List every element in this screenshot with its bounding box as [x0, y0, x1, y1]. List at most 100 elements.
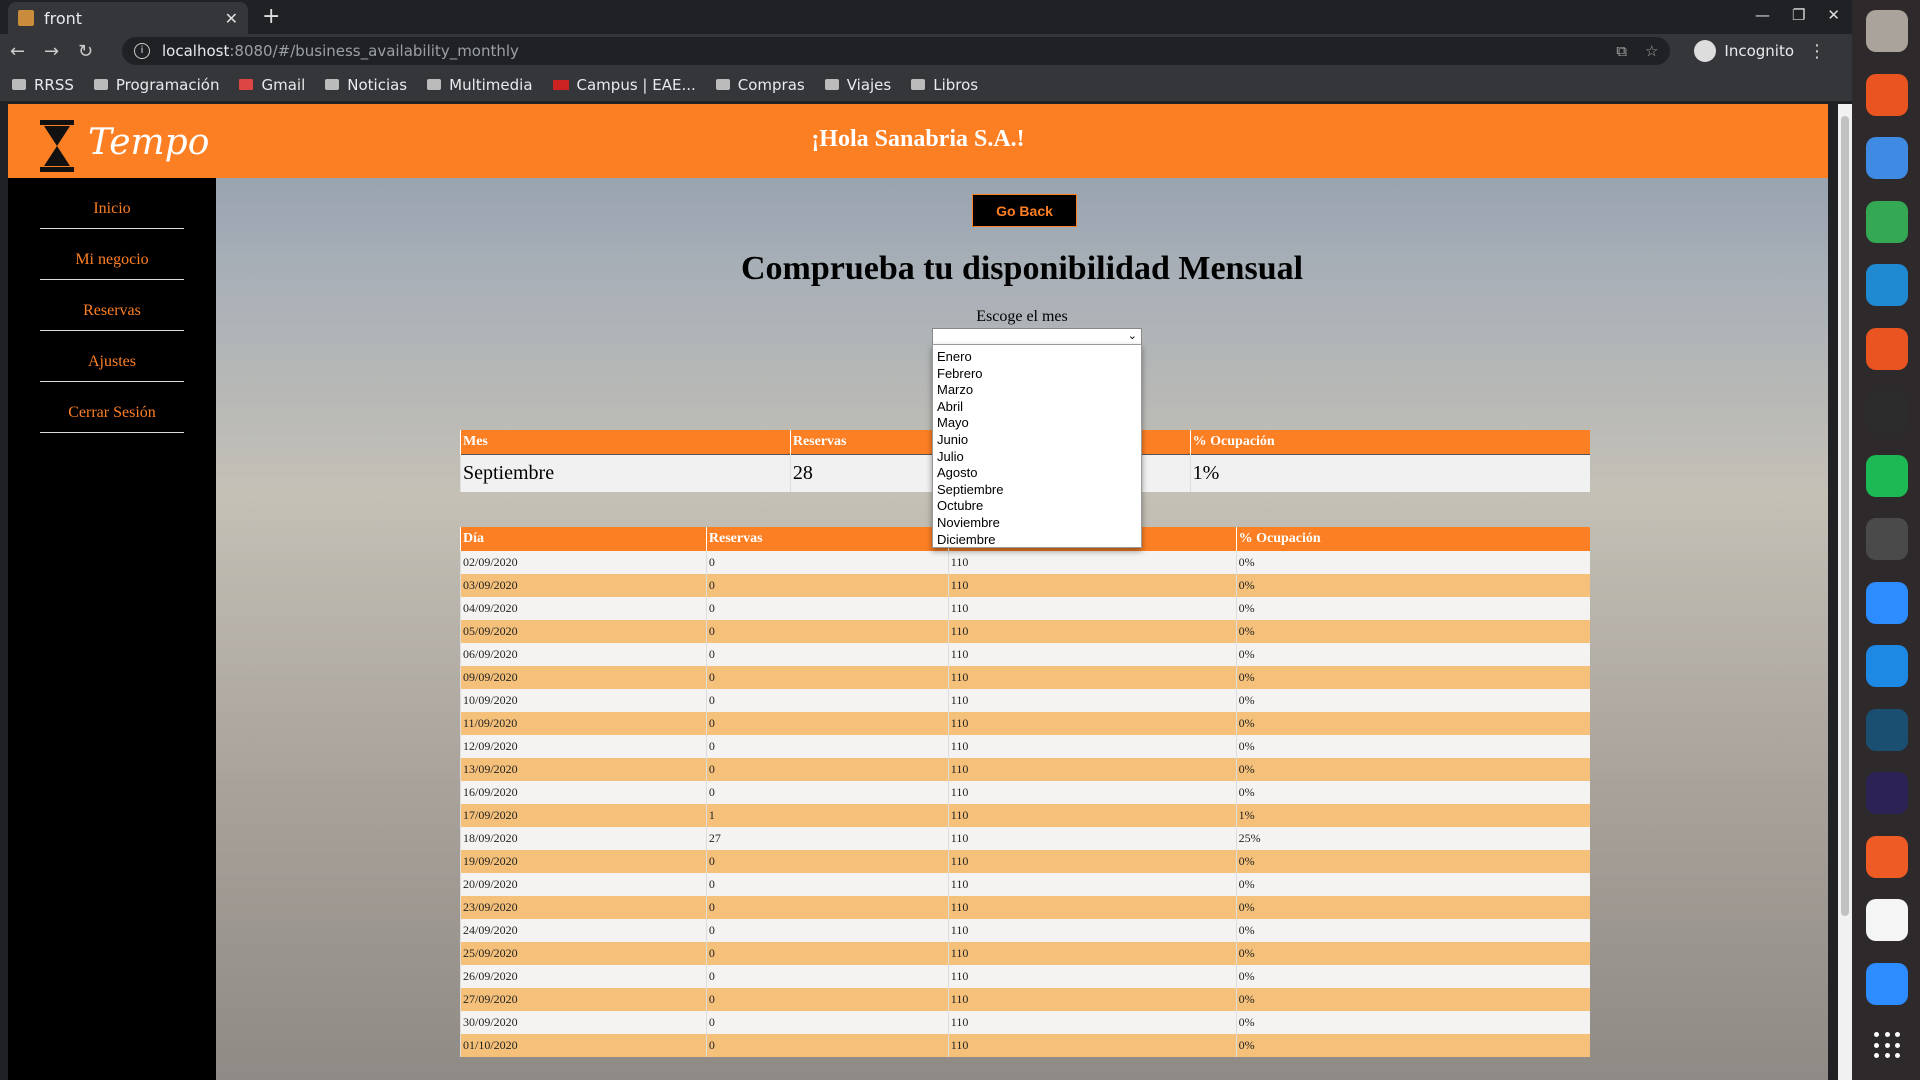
new-tab-icon[interactable]: + [262, 4, 280, 29]
sidebar-item-mi-negocio[interactable]: Mi negocio [40, 229, 184, 280]
back-icon[interactable]: ← [10, 41, 44, 62]
bookmark-label: Viajes [846, 75, 892, 94]
help-icon[interactable] [1866, 137, 1908, 179]
folder-icon [715, 79, 730, 90]
browser-tab[interactable]: front ✕ [8, 2, 248, 34]
month-option[interactable]: Septiembre [933, 482, 1141, 499]
month-option[interactable]: Marzo [933, 382, 1141, 399]
table-cell: 0% [1235, 988, 1590, 1011]
folder-icon [911, 79, 926, 90]
translate-icon[interactable]: ⧉ [1616, 42, 1627, 60]
scrollbar-thumb[interactable] [1841, 116, 1849, 916]
bookmark-campus[interactable]: Campus | EAE... [552, 76, 696, 94]
zoom-meeting-icon[interactable] [1866, 962, 1908, 1005]
table-cell: 0% [1235, 781, 1590, 804]
table-cell: 0% [1235, 574, 1590, 597]
bookmark-programacion[interactable]: Programación [93, 76, 219, 94]
incognito-indicator[interactable]: Incognito [1694, 40, 1794, 62]
zoom-icon[interactable] [1866, 581, 1908, 624]
table-row: 19/09/2020 0 110 0% [460, 850, 1590, 873]
month-option[interactable]: Febrero [933, 366, 1141, 383]
column-header: % Ocupación [1189, 430, 1590, 454]
sidebar-item-inicio[interactable]: Inicio [40, 178, 184, 229]
reload-icon[interactable]: ↻ [78, 41, 112, 62]
month-option[interactable]: Noviembre [933, 515, 1141, 532]
bookmark-noticias[interactable]: Noticias [325, 76, 407, 94]
table-cell: 26/09/2020 [460, 965, 707, 988]
bookmark-rrss[interactable]: RRSS [12, 76, 74, 94]
terminal-icon[interactable] [1866, 391, 1908, 433]
bookmark-libros[interactable]: Libros [911, 76, 978, 94]
eae-icon [552, 79, 569, 90]
table-row: 16/09/2020 0 110 0% [460, 781, 1590, 804]
chrome-icon[interactable] [1866, 200, 1908, 243]
table-cell: 0 [705, 551, 949, 574]
site-info-icon[interactable]: i [134, 43, 150, 59]
browser-toolbar: ← → ↻ i localhost:8080/#/business_availa… [0, 34, 1852, 68]
table-cell: 19/09/2020 [460, 850, 707, 873]
table-row: 04/09/2020 0 110 0% [460, 597, 1590, 620]
table-cell: 0 [705, 574, 949, 597]
mysql-workbench-icon[interactable] [1866, 708, 1908, 751]
bookmark-multimedia[interactable]: Multimedia [427, 75, 533, 94]
postman-icon[interactable] [1866, 835, 1908, 878]
table-cell: 24/09/2020 [460, 919, 707, 942]
notes-icon[interactable] [1866, 899, 1908, 941]
bookmark-viajes[interactable]: Viajes [824, 75, 892, 94]
tab-strip: front ✕ + — ❐ ✕ [0, 0, 1852, 34]
bookmark-compras[interactable]: Compras [715, 76, 805, 94]
table-row: 05/09/2020 0 110 0% [460, 620, 1590, 643]
month-option[interactable]: Mayo [933, 415, 1141, 432]
table-cell: 110 [947, 988, 1237, 1011]
month-option[interactable]: Enero [933, 349, 1141, 366]
month-option[interactable]: Octubre [933, 498, 1141, 515]
sidebar-item-cerrar-sesion[interactable]: Cerrar Sesión [40, 382, 184, 433]
software-center-icon[interactable] [1866, 73, 1908, 116]
vscode-icon[interactable] [1866, 264, 1908, 306]
month-option[interactable]: Junio [933, 432, 1141, 449]
sidebar: Inicio Mi negocio Reservas Ajustes Cerra… [8, 178, 216, 1080]
go-back-button[interactable]: Go Back [972, 194, 1077, 227]
month-option[interactable]: Julio [933, 449, 1141, 466]
column-header: Día [460, 527, 707, 551]
bookmarks-bar: RRSS Programación Gmail Noticias Multime… [0, 68, 1852, 102]
bookmark-label: RRSS [34, 75, 74, 94]
calculator-icon[interactable] [1866, 518, 1908, 560]
month-option[interactable]: Diciembre [933, 532, 1141, 549]
folder-icon [325, 79, 340, 90]
restore-icon[interactable]: ❐ [1792, 6, 1805, 24]
page-scrollbar[interactable] [1838, 104, 1852, 1080]
eclipse-icon[interactable] [1866, 772, 1908, 814]
table-cell: 110 [947, 712, 1237, 735]
table-cell: 1 [705, 804, 949, 827]
table-cell: 110 [947, 781, 1237, 804]
bookmark-gmail[interactable]: Gmail [239, 76, 305, 94]
table-cell: 110 [947, 689, 1237, 712]
bookmark-star-icon[interactable]: ☆ [1645, 42, 1658, 60]
table-cell: 0% [1235, 1011, 1590, 1034]
folder-icon [93, 79, 108, 90]
sidebar-item-reservas[interactable]: Reservas [40, 280, 184, 331]
month-option[interactable]: Agosto [933, 465, 1141, 482]
show-apps-icon[interactable] [1874, 1032, 1902, 1060]
table-cell: 0% [1235, 896, 1590, 919]
spotify-icon[interactable] [1866, 454, 1908, 497]
forward-icon[interactable]: → [44, 41, 78, 62]
ubuntu-icon[interactable] [1866, 327, 1908, 370]
table-cell: 28 [789, 453, 951, 492]
minimize-icon[interactable]: — [1755, 6, 1770, 24]
table-cell: 0% [1235, 689, 1590, 712]
files-icon[interactable] [1866, 10, 1908, 52]
window-close-icon[interactable]: ✕ [1827, 6, 1840, 24]
sidebar-item-ajustes[interactable]: Ajustes [40, 331, 184, 382]
table-cell: 110 [947, 758, 1237, 781]
tab-close-icon[interactable]: ✕ [225, 9, 238, 28]
browser-menu-icon[interactable]: ⋮ [1808, 41, 1842, 62]
month-option[interactable]: Abril [933, 399, 1141, 416]
table-row: 18/09/2020 27 110 25% [460, 827, 1590, 850]
table-cell: 17/09/2020 [460, 804, 707, 827]
bookmark-label: Multimedia [449, 75, 533, 94]
address-bar[interactable]: i localhost:8080/#/business_availability… [122, 37, 1671, 65]
remote-desktop-icon[interactable] [1866, 645, 1908, 687]
table-row: 13/09/2020 0 110 0% [460, 758, 1590, 781]
